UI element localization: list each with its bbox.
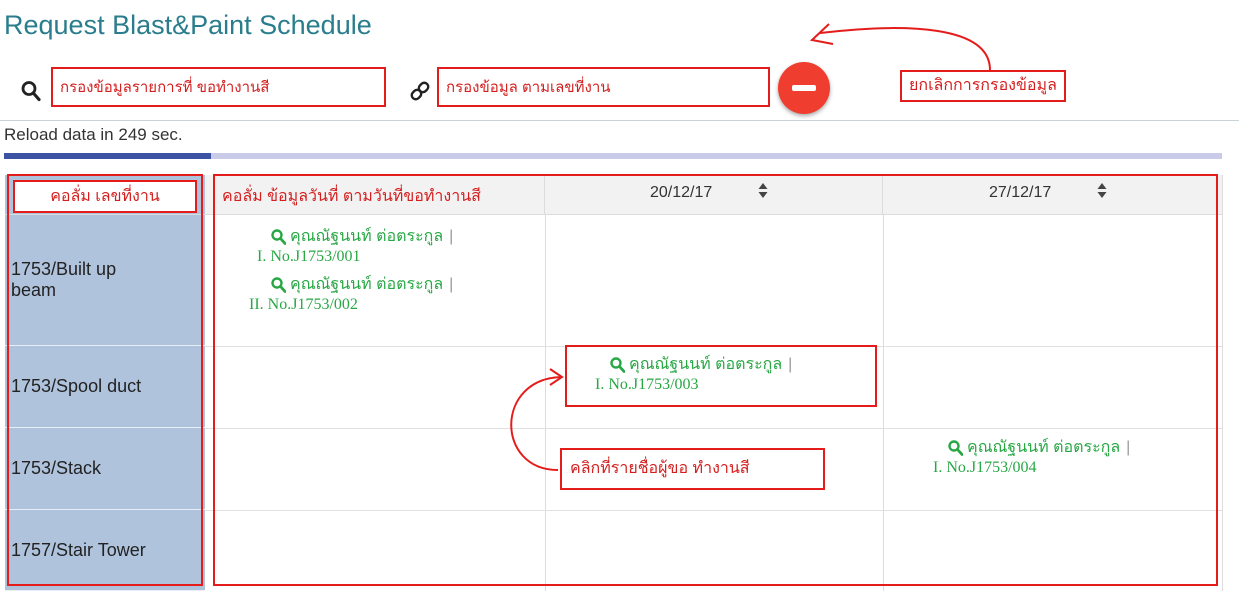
grid-line [205,346,1222,347]
requester-name[interactable]: คุณณัฐนนท์ ต่อตระกูล [629,352,782,377]
row-header-label: 1753/Stack [11,458,102,478]
row-header-label: 1753/Spool duct [11,376,142,396]
date-column-header-2[interactable] [883,175,1223,215]
reload-progress-bar [4,153,1222,159]
request-item[interactable]: คุณณัฐนนท์ ต่อตระกูล | I. No.J1753/003 [595,352,792,393]
reload-progress-fill [4,153,212,159]
click-hint-annotation: คลิกที่รายชื่อผู้ขอ ทำงานสี [560,448,825,490]
grid-line [205,428,1222,429]
request-item[interactable]: คุณณัฐนนท์ ต่อตระกูล | II. No.J1753/002 [249,272,453,313]
row-header-label: 1757/Stair Tower [11,539,146,560]
request-job-number: I. No.J1753/004 [933,459,1037,476]
row-header-label: beam [11,280,57,300]
request-filter-input[interactable] [51,67,386,107]
date-label-2[interactable]: 27/12/17 [989,184,1051,202]
grid-line [545,215,546,591]
job-filter-input[interactable] [437,67,770,107]
requester-name[interactable]: คุณณัฐนนท์ ต่อตระกูล [967,435,1120,460]
grid-line [883,215,884,591]
sort-icon[interactable] [758,182,768,199]
sort-icon[interactable] [1097,182,1107,199]
cancel-filter-button[interactable] [778,62,830,114]
row-header: 1753/Stack [5,428,205,510]
search-icon [271,276,286,293]
grid-line [1222,215,1223,591]
grid-line [205,510,1222,511]
separator: | [788,355,793,373]
search-icon [948,439,963,456]
search-icon [21,81,41,102]
request-job-number: I. No.J1753/001 [257,248,361,265]
minus-circle-icon [792,85,816,91]
cancel-filter-annotation: ยกเลิกการกรองข้อมูล [900,70,1066,102]
row-header: 1753/Spool duct [5,346,205,428]
row-header-label: 1753/Built up [11,259,117,279]
request-job-number: I. No.J1753/003 [595,376,699,393]
page-title: Request Blast&Paint Schedule [4,10,372,40]
request-item[interactable]: คุณณัฐนนท์ ต่อตระกูล | I. No.J1753/001 [257,224,453,265]
search-icon [271,228,286,245]
job-column-annotation: คอลั่ม เลขที่งาน [13,180,197,213]
separator: | [1126,438,1131,456]
separator: | [449,275,454,293]
search-icon [610,356,625,373]
date-label-1[interactable]: 20/12/17 [650,184,712,202]
requester-name[interactable]: คุณณัฐนนท์ ต่อตระกูล [290,224,443,249]
row-header: 1753/Built up beam [5,215,205,346]
link-icon [410,81,430,101]
row-header: 1757/Stair Tower [5,510,205,591]
separator: | [449,227,454,245]
request-job-number: II. No.J1753/002 [249,296,358,313]
requester-name[interactable]: คุณณัฐนนท์ ต่อตระกูล [290,272,443,297]
request-item[interactable]: คุณณัฐนนท์ ต่อตระกูล | I. No.J1753/004 [933,435,1130,476]
header-divider [0,120,1239,121]
date-column-annotation: คอลั่ม ข้อมูลวันที่ ตามวันที่ขอทำงานสี [222,188,481,205]
date-column-header-1[interactable] [545,175,883,215]
reload-status: Reload data in 249 sec. [4,125,183,144]
